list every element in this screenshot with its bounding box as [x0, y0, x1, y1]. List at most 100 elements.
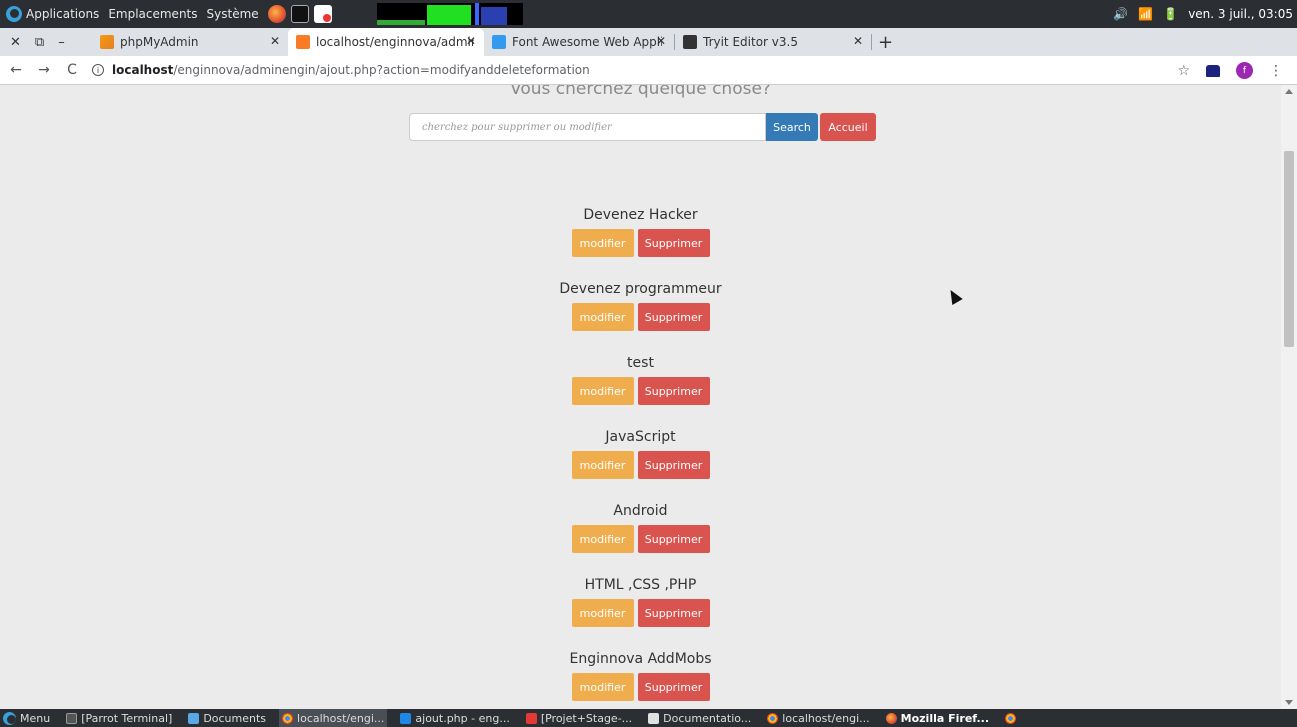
volume-icon[interactable]: 🔊 — [1113, 7, 1128, 21]
firefox-launcher-icon[interactable] — [267, 5, 286, 23]
notification-tray-icon[interactable] — [1002, 709, 1023, 727]
chrome-icon — [1005, 712, 1017, 724]
formation-item: Android modifier Supprimer — [0, 501, 1281, 553]
taskbar-window-list: [Parrot Terminal] Documents localhost/engi… — [63, 709, 1002, 727]
home-button[interactable]: Accueil — [820, 113, 876, 141]
wifi-icon[interactable]: 📶 — [1138, 7, 1153, 21]
close-window-icon[interactable]: ✕ — [10, 35, 21, 50]
formation-title: HTML ,CSS ,PHP — [584, 577, 697, 593]
menu-applications[interactable]: Applications — [26, 7, 99, 21]
taskbar-item[interactable]: localhost/engi... — [764, 709, 872, 727]
xampp-icon — [296, 35, 310, 49]
parrot-logo-icon[interactable] — [6, 6, 22, 22]
chrome-icon — [282, 712, 294, 724]
back-icon[interactable]: ← — [4, 62, 28, 78]
menu-emplacements[interactable]: Emplacements — [108, 7, 197, 21]
parrot-logo-icon — [3, 711, 16, 725]
tab-title: localhost/enginnova/admin — [316, 35, 474, 49]
tab-title: phpMyAdmin — [120, 35, 199, 49]
formation-item: HTML ,CSS ,PHP modifier Supprimer — [0, 575, 1281, 627]
formation-actions: modifier Supprimer — [0, 377, 1281, 405]
battery-icon[interactable]: 🔋 — [1163, 7, 1178, 21]
modify-button[interactable]: modifier — [571, 599, 634, 627]
menu-systeme[interactable]: Système — [207, 7, 259, 21]
scroll-up-icon[interactable] — [1285, 89, 1293, 94]
profile-avatar[interactable]: f — [1236, 62, 1253, 79]
taskbar-item-label: Documentatio... — [663, 711, 752, 725]
forward-icon[interactable]: → — [32, 62, 56, 78]
taskbar-item[interactable]: Documentatio... — [645, 709, 754, 727]
scrollbar-thumb[interactable] — [1284, 151, 1294, 347]
document-launcher-icon[interactable] — [313, 5, 332, 23]
page-scrollbar[interactable] — [1281, 85, 1297, 709]
reload-icon[interactable]: C — [60, 62, 84, 78]
formation-title: Android — [613, 503, 668, 519]
formation-item: Devenez programmeur modifier Supprimer — [0, 279, 1281, 331]
taskbar-item-label: Mozilla Firef... — [900, 711, 990, 725]
folder-icon — [188, 712, 200, 724]
modify-button[interactable]: modifier — [571, 229, 634, 257]
clock[interactable]: ven. 3 juil., 03:05 — [1188, 7, 1293, 21]
info-icon[interactable]: i — [92, 64, 104, 76]
modify-button[interactable]: modifier — [571, 525, 634, 553]
taskbar-item[interactable]: localhost/engi... — [279, 709, 388, 727]
taskbar-item-label: localhost/engi... — [297, 711, 385, 725]
tab-separator — [871, 34, 872, 50]
firefox-icon — [885, 712, 897, 724]
terminal-icon — [66, 712, 78, 724]
taskbar-menu-button[interactable]: Menu — [0, 709, 53, 727]
close-tab-icon[interactable]: ✕ — [466, 34, 476, 48]
tab-title: Font Awesome Web Applic — [512, 35, 662, 49]
new-tab-button[interactable]: + — [878, 32, 893, 53]
search-input[interactable] — [409, 113, 766, 141]
taskbar-item[interactable]: ajout.php - eng... — [397, 709, 512, 727]
taskbar-item-label: localhost/engi... — [782, 711, 870, 725]
taskbar-item[interactable]: [Parrot Terminal] — [63, 709, 175, 727]
close-tab-icon[interactable]: ✕ — [853, 34, 863, 48]
tab-tryit-editor[interactable]: Tryit Editor v3.5 ✕ — [675, 28, 871, 56]
page-heading: Vous cherchez quelque chose? — [510, 85, 771, 99]
delete-button[interactable]: Supprimer — [637, 303, 710, 331]
tab-localhost-admin[interactable]: localhost/enginnova/admin ✕ — [288, 28, 484, 56]
tab-font-awesome[interactable]: Font Awesome Web Applic ✕ — [484, 28, 674, 56]
taskbar-item-label: [Parrot Terminal] — [81, 711, 173, 725]
taskbar-item-label: Documents — [203, 711, 267, 725]
formation-actions: modifier Supprimer — [0, 229, 1281, 257]
url-host: localhost — [112, 63, 174, 77]
modify-button[interactable]: modifier — [571, 451, 634, 479]
delete-button[interactable]: Supprimer — [637, 229, 710, 257]
bookmark-star-icon[interactable]: ☆ — [1177, 63, 1190, 79]
modify-button[interactable]: modifier — [571, 673, 634, 701]
formation-actions: modifier Supprimer — [0, 599, 1281, 627]
window-controls: ✕ ⧉ – — [0, 35, 92, 50]
delete-button[interactable]: Supprimer — [637, 599, 710, 627]
delete-button[interactable]: Supprimer — [637, 377, 710, 405]
taskbar-item[interactable]: Documents — [185, 709, 269, 727]
url-input[interactable]: i localhost/enginnova/adminengin/ajout.p… — [92, 63, 590, 77]
scroll-down-icon[interactable] — [1285, 700, 1293, 705]
formation-actions: modifier Supprimer — [0, 303, 1281, 331]
more-menu-icon[interactable]: ⋮ — [1269, 63, 1283, 79]
modify-button[interactable]: modifier — [571, 303, 634, 331]
delete-button[interactable]: Supprimer — [637, 673, 710, 701]
taskbar-item[interactable]: Mozilla Firef... — [883, 709, 992, 727]
taskbar-item[interactable]: [Projet+Stage-... — [523, 709, 635, 727]
taskbar-item-label: [Projet+Stage-... — [540, 711, 633, 725]
modify-button[interactable]: modifier — [571, 377, 634, 405]
formation-item: test modifier Supprimer — [0, 353, 1281, 405]
tab-phpmyadmin[interactable]: phpMyAdmin ✕ — [92, 28, 288, 56]
extension-icon[interactable] — [1206, 64, 1220, 77]
formation-actions: modifier Supprimer — [0, 673, 1281, 701]
terminal-launcher-icon[interactable] — [290, 5, 309, 23]
search-button[interactable]: Search — [766, 113, 818, 141]
close-tab-icon[interactable]: ✕ — [656, 34, 666, 48]
close-tab-icon[interactable]: ✕ — [270, 34, 280, 48]
minimize-window-icon[interactable]: – — [58, 35, 65, 50]
taskbar: Menu [Parrot Terminal] Documents localhost… — [0, 709, 1297, 727]
restore-window-icon[interactable]: ⧉ — [35, 35, 44, 50]
url-path: /enginnova/adminengin/ajout.php?action=m… — [173, 63, 590, 77]
delete-button[interactable]: Supprimer — [637, 451, 710, 479]
formation-title: Enginnova AddMobs — [569, 651, 712, 667]
delete-button[interactable]: Supprimer — [637, 525, 710, 553]
formation-title: JavaScript — [605, 429, 676, 445]
